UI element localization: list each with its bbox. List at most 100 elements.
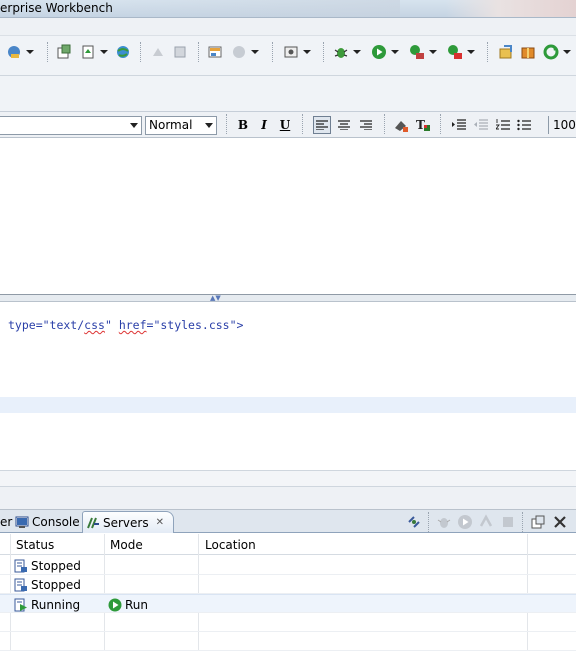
publish-icon <box>531 515 545 529</box>
debug-icon <box>437 518 451 528</box>
code-line[interactable]: type="text/css" href="styles.css"> <box>8 318 243 332</box>
export-button[interactable] <box>172 43 188 61</box>
new-project-icon <box>56 44 72 60</box>
chevron-down-icon <box>205 123 213 128</box>
chevron-down-icon[interactable] <box>303 50 311 54</box>
tab-console[interactable]: Console <box>13 511 84 533</box>
paragraph-style-combo[interactable]: Normal <box>145 116 217 135</box>
status-cell: Stopped <box>14 575 81 594</box>
italic-button[interactable]: I <box>255 116 273 134</box>
chevron-down-icon[interactable] <box>100 50 108 54</box>
servers-icon <box>86 516 100 530</box>
indent-icon <box>452 119 466 130</box>
link-icon <box>408 516 420 528</box>
run-button[interactable] <box>371 43 399 61</box>
bold-button[interactable]: B <box>234 116 252 134</box>
table-row[interactable]: Running Run <box>0 594 576 613</box>
server-stopped-icon <box>14 559 28 573</box>
chevron-down-icon[interactable] <box>429 50 437 54</box>
chevron-down-icon[interactable] <box>563 50 571 54</box>
highlight-icon <box>395 121 408 132</box>
tab-servers[interactable]: Servers ✕ <box>82 511 174 533</box>
browser-button[interactable] <box>231 43 259 61</box>
svg-text:T: T <box>416 118 425 132</box>
paragraph-style-value: Normal <box>149 118 193 132</box>
stop-server-button[interactable] <box>500 514 516 530</box>
screenshot-button[interactable] <box>283 43 311 61</box>
chevron-down-icon[interactable] <box>467 50 475 54</box>
align-right-button[interactable] <box>357 116 375 134</box>
highlight-button[interactable] <box>392 116 410 134</box>
open-web-icon <box>6 44 22 60</box>
wizard-button[interactable] <box>207 43 223 61</box>
column-header-location[interactable]: Location <box>205 538 256 552</box>
server-stopped-icon <box>14 578 28 592</box>
start-server-button[interactable] <box>457 514 473 530</box>
tab-partial[interactable]: er <box>0 511 12 533</box>
menu-bar <box>0 18 576 36</box>
deploy-button[interactable] <box>80 43 108 61</box>
editor-status-strip <box>0 470 576 486</box>
text-color-button[interactable]: T <box>414 116 432 134</box>
screenshot-icon <box>283 44 299 60</box>
package-icon <box>520 44 536 60</box>
table-row-empty <box>0 632 576 651</box>
chevron-down-icon[interactable] <box>251 50 259 54</box>
bullet-list-button[interactable] <box>515 116 533 134</box>
split-toggle-icon[interactable]: ▲▼ <box>210 295 221 302</box>
status-cell: Stopped <box>14 556 81 575</box>
column-header-mode[interactable]: Mode <box>110 538 143 552</box>
design-source-splitter[interactable]: ▲▼ <box>0 294 576 302</box>
package-button[interactable] <box>520 43 536 61</box>
bullet-list-icon <box>517 119 531 131</box>
debug-server-button[interactable] <box>436 514 452 530</box>
numbered-list-icon <box>496 119 510 130</box>
table-header <box>0 534 576 555</box>
align-left-button[interactable] <box>313 116 331 134</box>
align-center-button[interactable] <box>335 116 353 134</box>
debug-button[interactable] <box>333 43 361 61</box>
chevron-down-icon[interactable] <box>26 50 34 54</box>
outdent-button[interactable] <box>472 116 490 134</box>
mode-cell: Run <box>108 595 148 614</box>
window-title: erprise Workbench <box>0 1 113 15</box>
align-right-icon <box>360 120 372 130</box>
underline-button[interactable]: U <box>276 116 294 134</box>
run-config-button[interactable] <box>409 43 437 61</box>
globe-button[interactable] <box>115 43 131 61</box>
column-header-status[interactable]: Status <box>16 538 54 552</box>
import-button[interactable] <box>150 43 166 61</box>
font-combo[interactable] <box>0 116 142 135</box>
refresh-run-button[interactable] <box>543 43 571 61</box>
new-project-button[interactable] <box>56 43 72 61</box>
table-row-empty <box>0 613 576 632</box>
chevron-down-icon <box>130 123 138 128</box>
minimize-view-button[interactable] <box>552 514 568 530</box>
close-icon[interactable]: ✕ <box>156 517 164 528</box>
run-server-button[interactable] <box>447 43 475 61</box>
editor-bottom-tabs <box>0 486 576 510</box>
indent-button[interactable] <box>450 116 468 134</box>
server-running-icon <box>14 598 28 612</box>
table-row[interactable]: Stopped <box>0 575 576 594</box>
deploy-icon <box>80 44 96 60</box>
debug-icon <box>333 44 349 60</box>
stop-icon <box>503 517 513 527</box>
editor-tabs-area <box>0 76 576 112</box>
design-view[interactable] <box>0 138 576 294</box>
profile-server-button[interactable] <box>478 514 494 530</box>
open-web-button[interactable] <box>6 43 34 61</box>
profile-icon <box>479 514 493 527</box>
chevron-down-icon[interactable] <box>391 50 399 54</box>
chevron-down-icon[interactable] <box>353 50 361 54</box>
text-color-icon: T <box>416 118 430 132</box>
publish-server-button[interactable] <box>530 514 546 530</box>
globe-icon <box>115 44 131 60</box>
servers-refresh-button[interactable] <box>406 514 422 530</box>
publish-icon <box>498 44 514 60</box>
table-row[interactable]: Stopped <box>0 556 576 575</box>
run-icon <box>458 515 472 529</box>
numbered-list-button[interactable] <box>494 116 512 134</box>
zoom-combo[interactable]: 100% <box>548 116 576 134</box>
publish-button[interactable] <box>498 43 514 61</box>
